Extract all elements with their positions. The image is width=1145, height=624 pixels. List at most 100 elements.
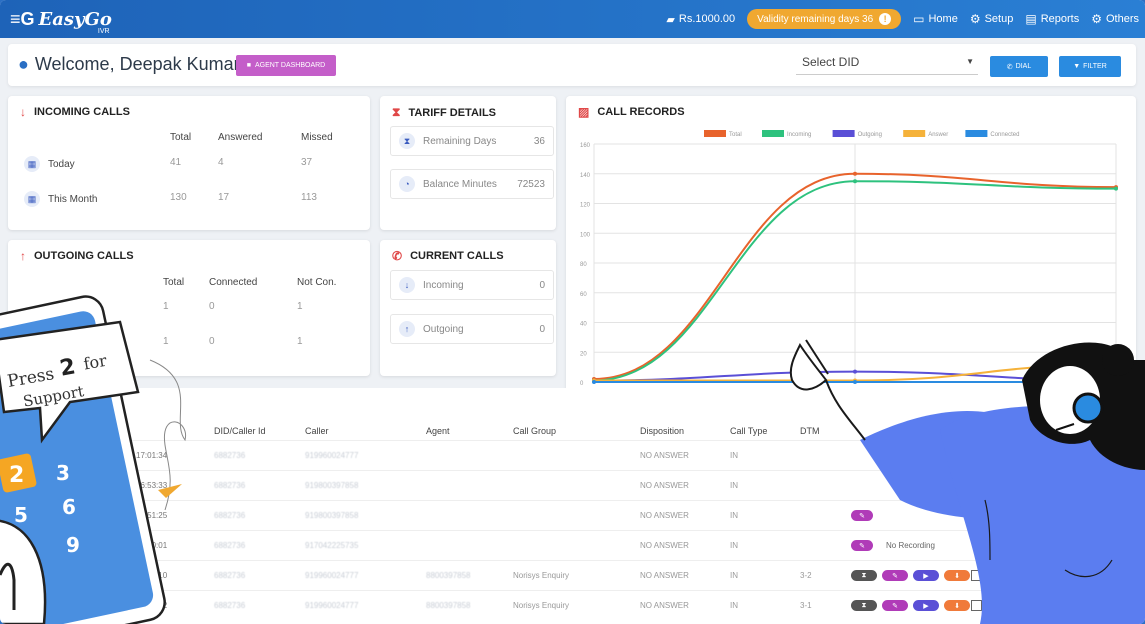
balance-minutes-value: 72523 (517, 178, 545, 190)
cell-caller: 919800397858 (305, 481, 359, 490)
nav-home-label: Home (928, 13, 958, 25)
cell-time: 16:51:25 (136, 511, 168, 520)
timer-button[interactable]: ⧗ (851, 570, 877, 581)
incoming-today-label: Today (48, 158, 75, 170)
y-tick-label: 80 (580, 262, 587, 268)
edit-button[interactable]: ✎ (851, 510, 873, 521)
report-icon: ▤ (1025, 12, 1037, 26)
cell-disposition: NO ANSWER (640, 451, 689, 460)
incoming-row-month: ▦ This Month (24, 191, 97, 207)
edit-button[interactable]: ✎ (851, 540, 873, 551)
edit-button[interactable]: ✎ (882, 600, 908, 611)
legend-label: Total (729, 132, 742, 138)
nav-home[interactable]: ▭ Home (913, 12, 958, 26)
cell-did: 6882736 (214, 451, 246, 460)
current-incoming-label: Incoming (423, 279, 464, 291)
row-checkbox[interactable] (971, 570, 982, 581)
table-row[interactable]: 16:30:01 6882736 917042225735 NO ANSWER IN ✎ N… (8, 530, 1136, 560)
cell-caller: 919960024777 (305, 601, 359, 610)
legend-swatch (832, 130, 855, 137)
download-button[interactable]: ⬇ (944, 600, 970, 611)
table-row[interactable]: 16:25:10 6882736 919960024777 8800397858 Nor… (8, 560, 1136, 590)
data-point (592, 380, 596, 384)
agent-dashboard-button[interactable]: ■ AGENT DASHBOARD (236, 55, 336, 76)
outgoing-row2-total: 1 (163, 336, 169, 347)
row-checkbox[interactable] (971, 600, 982, 611)
play-button[interactable]: ▶ (913, 570, 939, 581)
incoming-month-answered: 17 (218, 192, 230, 203)
select-all-checkbox[interactable] (975, 424, 986, 435)
phone-icon: ✆ (1006, 63, 1013, 71)
incoming-month-missed: 113 (301, 192, 317, 203)
outgoing-calls-card: ↑ OUTGOING CALLS Total Connected Not Con… (8, 240, 370, 376)
nav-setup[interactable]: ⚙ Setup (970, 12, 1014, 26)
call-records-card: ▨ CALL RECORDS 0 20 40 60 80 100 120 140 160 Tota… (566, 96, 1136, 396)
hourglass-icon: ⧗ (399, 133, 415, 149)
table-row[interactable]: 16:53:33 6882736 919800397858 NO ANSWER IN (8, 470, 1136, 500)
cell-calltype: IN (730, 451, 738, 460)
cell-did: 6882736 (214, 541, 246, 550)
timer-button[interactable]: ⧗ (851, 600, 877, 611)
remaining-days-box: ⧗ Remaining Days 36 (390, 126, 554, 156)
cell-calltype: IN (730, 511, 738, 520)
outgoing-header-total: Total (163, 277, 185, 288)
cell-calltype: IN (730, 481, 738, 490)
cell-caller: 919960024777 (305, 451, 359, 460)
balance-display: ▰ Rs.1000.00 (666, 13, 735, 26)
cell-dtm: 3-2 (800, 571, 812, 580)
play-button[interactable]: ▶ (913, 600, 939, 611)
call-log-table: DID/Caller Id Caller Agent Call Group Di… (8, 388, 1136, 624)
wallet-icon: ▰ (666, 13, 675, 26)
cog-icon: ⚙ (1091, 12, 1102, 26)
y-tick-label: 60 (580, 292, 587, 298)
incoming-row-today: ▦ Today (24, 156, 75, 172)
outgoing-row1-connected: 0 (209, 301, 215, 312)
y-tick-label: 140 (580, 173, 591, 179)
dashboard-icon: ■ (246, 62, 251, 69)
outgoing-calls-title: ↑ OUTGOING CALLS (20, 249, 134, 263)
top-nav: ▰ Rs.1000.00 Validity remaining days 36 … (666, 0, 1139, 38)
table-row[interactable]: 16:20:52 6882736 919960024777 8800397858 Nor… (8, 590, 1136, 620)
table-row[interactable]: 16:51:25 6882736 919800397858 NO ANSWER IN ✎ (8, 500, 1136, 530)
caret-down-icon: ▼ (966, 57, 974, 66)
filter-icon: ▼ (1073, 63, 1081, 70)
hourglass-icon: ⧗ (392, 105, 401, 119)
welcome-bar: ● Welcome, Deepak Kumar ■ AGENT DASHBOAR… (8, 44, 1136, 86)
dial-button[interactable]: ✆ DIAL (990, 56, 1048, 77)
info-icon[interactable]: ! (879, 13, 892, 25)
incoming-title-text: INCOMING CALLS (34, 106, 130, 118)
table-row[interactable]: 17:01:34 6882736 919960024777 NO ANSWER IN Re… (8, 440, 1136, 470)
dial-label: DIAL (1015, 63, 1032, 70)
cell-time: 16:25:10 (136, 571, 168, 580)
nav-others[interactable]: ⚙ Others (1091, 12, 1139, 26)
cell-calltype: IN (730, 541, 738, 550)
logo-icon: ≡G (10, 8, 35, 29)
incoming-month-label: This Month (48, 193, 98, 205)
cell-caller: 919960024777 (305, 571, 359, 580)
incoming-month-total: 130 (170, 192, 187, 203)
cell-disposition: NO ANSWER (640, 571, 689, 580)
app-logo[interactable]: ≡G EasyGo IVR (10, 8, 112, 35)
app-frame: ≡G EasyGo IVR ▰ Rs.1000.00 Validity rema… (0, 0, 1145, 624)
welcome-title: ● Welcome, Deepak Kumar (18, 54, 240, 75)
cell-disposition: NO ANSWER (640, 601, 689, 610)
download-button[interactable]: ⬇ (944, 570, 970, 581)
cell-calltype: IN (730, 601, 738, 610)
stopwatch-icon: ◔ (399, 176, 415, 192)
data-point (853, 369, 857, 374)
current-title-text: CURRENT CALLS (410, 250, 504, 262)
balance-value: Rs.1000.00 (678, 13, 736, 25)
edit-button[interactable]: ✎ (882, 570, 908, 581)
nav-reports[interactable]: ▤ Reports (1025, 12, 1079, 26)
remaining-days-label: Remaining Days (423, 135, 497, 147)
y-tick-label: 120 (580, 203, 591, 209)
filter-button[interactable]: ▼ FILTER (1059, 56, 1121, 77)
remaining-days-value: 36 (533, 135, 545, 147)
cell-time: 16:53:33 (136, 481, 168, 490)
current-outgoing-box: ↑ Outgoing 0 (390, 314, 554, 344)
recording-status: No Recording (886, 541, 935, 550)
data-point (853, 171, 857, 176)
col-header-caller: Caller (305, 426, 329, 436)
did-select-value: Select DID (802, 55, 860, 69)
did-select[interactable]: Select DID ▼ (796, 53, 978, 75)
